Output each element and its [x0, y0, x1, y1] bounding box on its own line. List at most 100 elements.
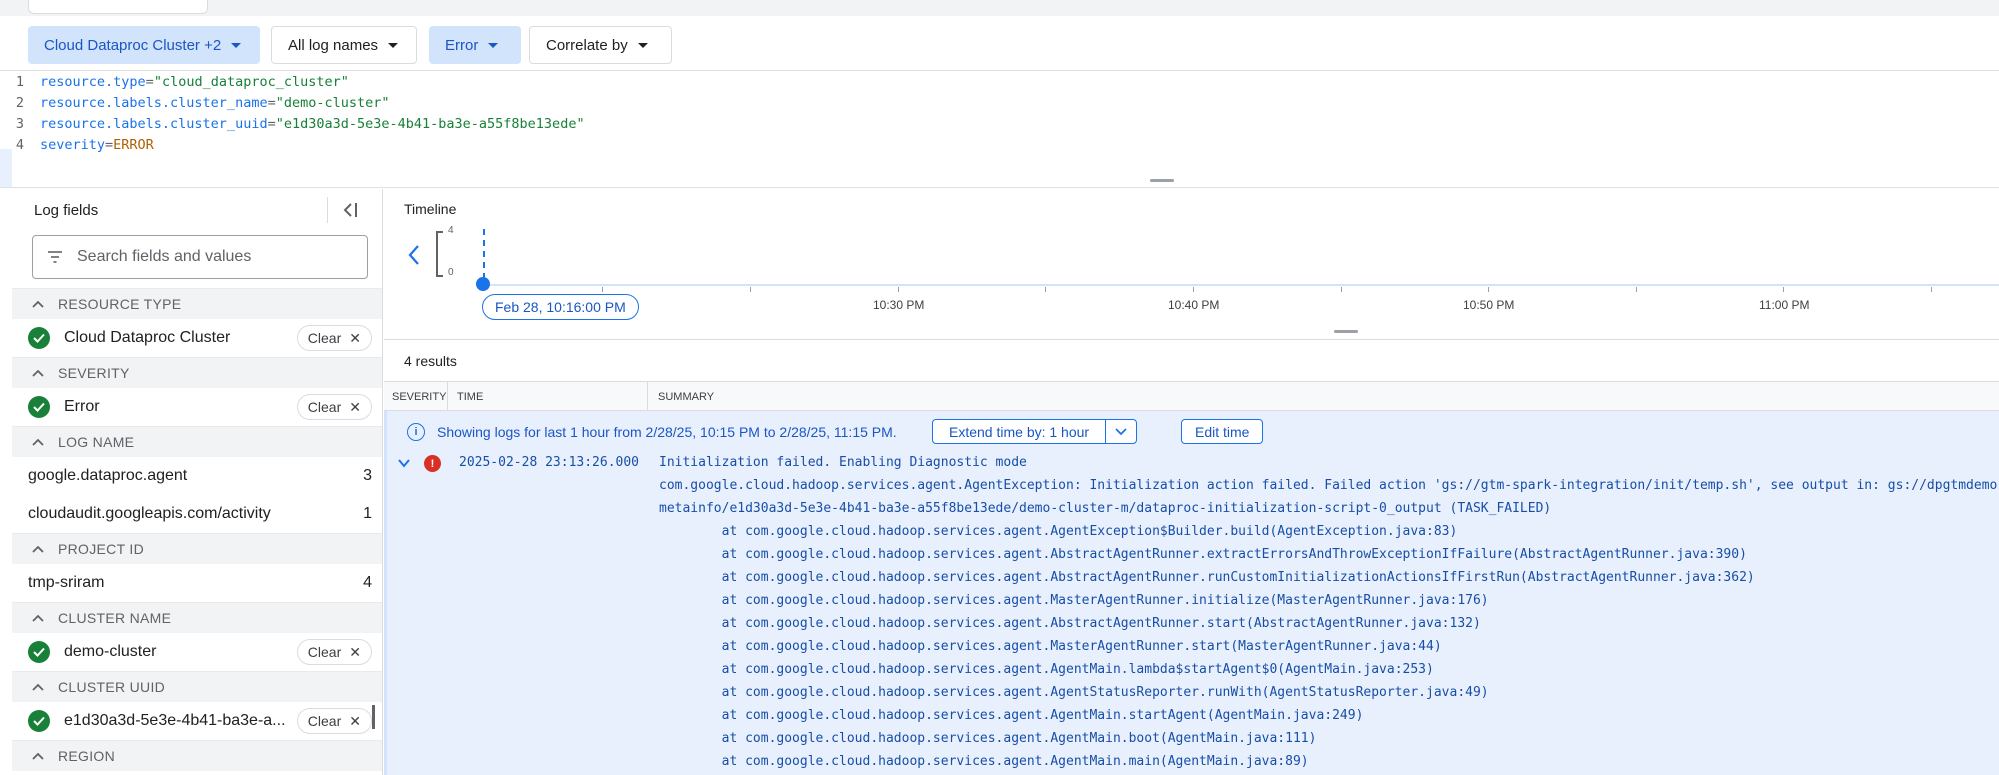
log-timestamp: 2025-02-28 23:13:26.000	[459, 455, 640, 470]
timeline-tick	[750, 287, 751, 292]
column-divider	[447, 382, 448, 412]
edit-time-button[interactable]: Edit time	[1181, 419, 1264, 444]
field-value-label: tmp-sriram	[28, 574, 105, 591]
clear-button[interactable]: Clear ✕	[296, 394, 372, 420]
line-number: 2	[15, 95, 24, 111]
section-header: RESOURCE TYPE	[58, 296, 182, 312]
timeline-tick	[1636, 287, 1637, 292]
timeline-tick	[1488, 287, 1489, 292]
field-value-row[interactable]: demo-cluster Clear ✕	[12, 633, 382, 671]
query-key: resource.labels.cluster_uuid	[40, 116, 268, 132]
log-names-filter-chip[interactable]: All log names	[271, 26, 417, 64]
timeline-cursor-line	[483, 229, 485, 279]
close-icon: ✕	[349, 712, 361, 729]
edit-time-label: Edit time	[1195, 423, 1250, 440]
line-number: 3	[15, 116, 24, 132]
column-summary[interactable]: SUMMARY	[658, 391, 714, 403]
section-resource-type[interactable]: RESOURCE TYPE	[12, 288, 382, 319]
chevron-up-icon	[32, 752, 44, 760]
timeline-cursor-handle[interactable]	[476, 277, 490, 291]
chevron-up-icon	[32, 438, 44, 446]
resource-filter-label: Cloud Dataproc Cluster +2	[44, 36, 222, 54]
section-cluster-uuid[interactable]: CLUSTER UUID	[12, 671, 382, 702]
collapse-panel-icon[interactable]	[340, 201, 360, 219]
query-value: "cloud_dataproc_cluster"	[153, 74, 349, 90]
query-operator: =	[105, 137, 114, 153]
log-line: at com.google.cloud.hadoop.services.agen…	[659, 547, 1747, 562]
timeline-resize-handle[interactable]	[1334, 330, 1358, 333]
timeline-tick-label: 11:00 PM	[1759, 298, 1810, 312]
resource-filter-chip[interactable]: Cloud Dataproc Cluster +2	[28, 26, 260, 64]
query-line: 4 severity = ERROR	[0, 134, 154, 156]
field-value-label: e1d30a3d-5e3e-4b41-ba3e-a...	[64, 712, 286, 729]
chevron-up-icon	[32, 300, 44, 308]
log-line: at com.google.cloud.hadoop.services.agen…	[659, 662, 1434, 677]
info-icon: i	[407, 423, 425, 441]
log-line: at com.google.cloud.hadoop.services.agen…	[659, 754, 1309, 769]
timeline-panel: Timeline 4 0 10:30 PM 10:40 PM 10:50 PM …	[384, 189, 1999, 339]
chevron-up-icon	[32, 545, 44, 553]
log-line: at com.google.cloud.hadoop.services.agen…	[659, 708, 1364, 723]
section-header: CLUSTER UUID	[58, 679, 166, 695]
query-line: 1 resource.type = "cloud_dataproc_cluste…	[0, 71, 349, 93]
query-key: severity	[40, 137, 106, 153]
section-cluster-name[interactable]: CLUSTER NAME	[12, 602, 382, 633]
field-value-row[interactable]: google.dataproc.agent 3	[12, 457, 382, 495]
log-line: at com.google.cloud.hadoop.services.agen…	[659, 524, 1458, 539]
line-number: 1	[15, 74, 24, 90]
clear-label: Clear	[307, 399, 342, 415]
extend-time-button[interactable]: Extend time by: 1 hour	[932, 419, 1138, 444]
field-value-row[interactable]: cloudaudit.googleapis.com/activity 1	[12, 495, 382, 533]
severity-filter-label: Error	[445, 36, 479, 54]
log-line: at com.google.cloud.hadoop.services.agen…	[659, 685, 1489, 700]
extend-time-label: Extend time by: 1 hour	[933, 420, 1107, 443]
field-value-row[interactable]: Error Clear ✕	[12, 388, 382, 426]
chevron-down-icon[interactable]	[1106, 427, 1136, 436]
clear-button[interactable]: Clear ✕	[296, 325, 372, 351]
field-value-row[interactable]: e1d30a3d-5e3e-4b41-ba3e-a... Clear ✕	[12, 702, 382, 740]
log-fields-header: Log fields	[12, 189, 382, 231]
results-column-header: SEVERITY TIME SUMMARY	[384, 381, 1999, 412]
panel-scrollbar[interactable]	[372, 705, 375, 729]
field-value-row[interactable]: Cloud Dataproc Cluster Clear ✕	[12, 319, 382, 357]
editor-resize-handle[interactable]	[1150, 179, 1174, 182]
section-region[interactable]: REGION	[12, 740, 382, 771]
section-project-id[interactable]: PROJECT ID	[12, 533, 382, 564]
field-value-label: cloudaudit.googleapis.com/activity	[28, 505, 271, 522]
check-circle-icon	[28, 327, 50, 349]
fields-search-input[interactable]: Search fields and values	[32, 235, 368, 279]
clear-button[interactable]: Clear ✕	[296, 708, 372, 734]
field-value-count: 4	[363, 574, 372, 591]
section-severity[interactable]: SEVERITY	[12, 357, 382, 388]
severity-filter-chip[interactable]: Error	[429, 26, 521, 64]
query-operator: =	[267, 116, 276, 132]
query-key: resource.labels.cluster_name	[40, 95, 268, 111]
timeline-tick	[1931, 287, 1932, 292]
column-time[interactable]: TIME	[457, 391, 483, 403]
correlate-by-chip[interactable]: Correlate by	[529, 26, 672, 64]
results-count: 4 results	[404, 352, 457, 369]
column-severity[interactable]: SEVERITY	[392, 391, 446, 403]
section-header: PROJECT ID	[58, 541, 144, 557]
query-editor[interactable]: 1 resource.type = "cloud_dataproc_cluste…	[0, 70, 1999, 188]
section-header: SEVERITY	[58, 365, 130, 381]
close-icon: ✕	[349, 398, 361, 415]
fields-search-placeholder: Search fields and values	[77, 248, 252, 265]
check-circle-icon	[28, 396, 50, 418]
project-logs-tab[interactable]	[28, 0, 208, 14]
log-line: at com.google.cloud.hadoop.services.agen…	[659, 570, 1755, 585]
selected-time-pill[interactable]: Feb 28, 10:16:00 PM	[482, 294, 639, 320]
line-number: 4	[15, 137, 24, 153]
log-line: at com.google.cloud.hadoop.services.agen…	[659, 639, 1442, 654]
section-log-name[interactable]: LOG NAME	[12, 426, 382, 457]
clear-button[interactable]: Clear ✕	[296, 639, 372, 665]
expand-chevron-icon[interactable]	[397, 456, 411, 470]
timeline-tick	[1341, 287, 1342, 292]
correlate-by-label: Correlate by	[546, 36, 628, 54]
log-line: at com.google.cloud.hadoop.services.agen…	[659, 593, 1489, 608]
top-toolbar	[0, 0, 1999, 16]
chevron-left-icon[interactable]	[406, 243, 422, 267]
chevron-up-icon	[32, 614, 44, 622]
query-key: resource.type	[40, 74, 146, 90]
field-value-row[interactable]: tmp-sriram 4	[12, 564, 382, 602]
